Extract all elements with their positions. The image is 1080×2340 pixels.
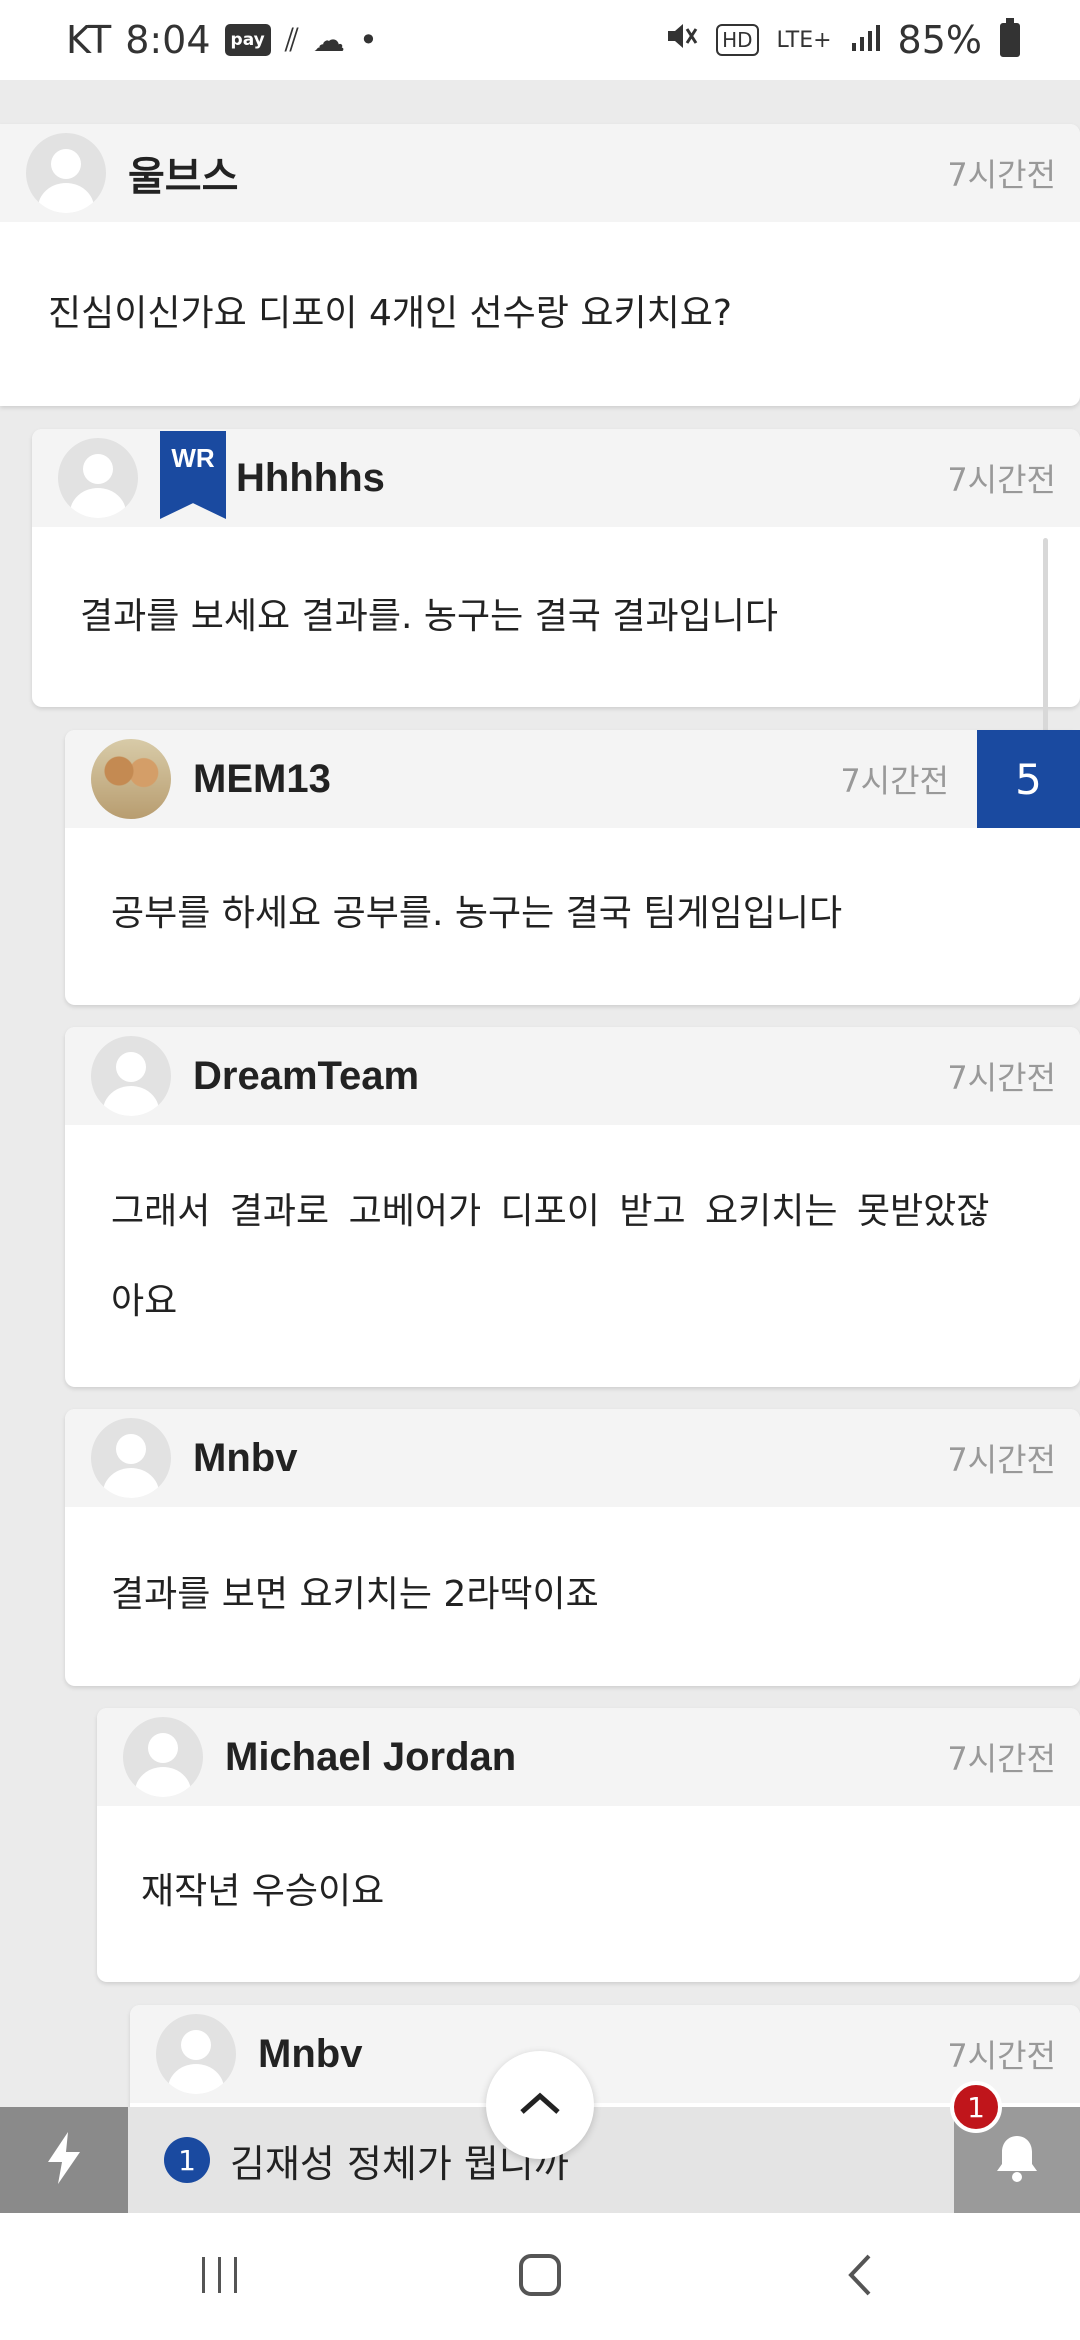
avatar[interactable]	[156, 2014, 236, 2094]
avatar[interactable]	[26, 133, 106, 213]
comment-card[interactable]: WR Hhhhhs 7시간전 결과를 보세요 결과를. 농구는 결국 결과입니다	[32, 429, 1080, 707]
avatar[interactable]	[123, 1717, 203, 1797]
comment-header: MEM13 7시간전	[65, 730, 1080, 828]
status-bar: KT 8:04 pay ⫽ ☁ • HD LTE+ 85%	[0, 0, 1080, 80]
comment-author[interactable]: Hhhhhs	[236, 456, 385, 501]
comment-text: 진심이신가요 디포이 4개인 선수랑 요키치요?	[48, 293, 732, 334]
comment-text: 결과를 보면 요키치는 2라딱이죠	[111, 1574, 599, 1615]
chevron-up-icon	[518, 2088, 562, 2122]
comment-card[interactable]: DreamTeam 7시간전 그래서 결과로 고베어가 디포이 받고 요키치는 …	[65, 1027, 1080, 1387]
comment-time: 7시간전	[947, 156, 1056, 194]
hd-icon: HD	[716, 24, 759, 56]
flash-button[interactable]	[0, 2107, 128, 2213]
mute-icon	[664, 19, 698, 61]
back-button[interactable]	[790, 2227, 930, 2327]
system-nav-bar	[0, 2213, 1080, 2340]
comment-card[interactable]: Michael Jordan 7시간전 재작년 우승이요	[97, 1708, 1080, 1982]
home-icon	[518, 2253, 562, 2301]
comment-time: 7시간전	[840, 762, 949, 800]
cloud-icon: ☁	[313, 21, 346, 59]
notification-count-badge: 1	[950, 2081, 1002, 2133]
comment-card[interactable]: MEM13 7시간전 공부를 하세요 공부를. 농구는 결국 팀게임입니다	[65, 730, 1080, 1005]
avatar[interactable]	[91, 1418, 171, 1498]
comment-time: 7시간전	[947, 2037, 1056, 2075]
back-icon	[845, 2252, 875, 2302]
comment-text: 재작년 우승이요	[141, 1871, 385, 1912]
comment-author[interactable]: DreamTeam	[193, 1054, 419, 1099]
comment-author[interactable]: Michael Jordan	[225, 1735, 516, 1780]
comment-author[interactable]: Mnbv	[193, 1436, 297, 1481]
lte-icon: LTE+	[776, 27, 832, 53]
comment-header: Michael Jordan 7시간전	[97, 1708, 1080, 1806]
carrier-label: KT	[66, 18, 112, 62]
bell-icon	[993, 2132, 1041, 2188]
comment-time: 7시간전	[947, 461, 1056, 499]
comment-header: 울브스 7시간전	[0, 124, 1080, 222]
writer-badge: WR	[160, 431, 226, 519]
comment-time: 7시간전	[947, 1441, 1056, 1479]
recents-button[interactable]	[150, 2227, 290, 2327]
stripes-icon: ⫽	[284, 20, 300, 59]
avatar[interactable]	[58, 438, 138, 518]
comment-header: DreamTeam 7시간전	[65, 1027, 1080, 1125]
recents-icon	[198, 2255, 242, 2299]
comment-text: 공부를 하세요 공부를. 농구는 결국 팀게임입니다	[111, 893, 843, 934]
battery-icon	[1000, 18, 1020, 57]
home-button[interactable]	[470, 2227, 610, 2327]
comment-header: WR Hhhhhs 7시간전	[32, 429, 1080, 527]
pay-icon: pay	[224, 24, 271, 56]
comment-author[interactable]: 울브스	[128, 144, 238, 202]
comment-count-badge[interactable]: 5	[977, 730, 1080, 828]
comment-card[interactable]: 울브스 7시간전 진심이신가요 디포이 4개인 선수랑 요키치요?	[0, 124, 1080, 406]
comment-time: 7시간전	[947, 1740, 1056, 1778]
comment-text-line: 아요	[111, 1281, 178, 1322]
battery-level: 85%	[897, 18, 982, 62]
comment-text: 그래서 결과로 고베어가 디포이 받고 요키치는 못받았잖 아요	[65, 1125, 1080, 1347]
comment-header: Mnbv 7시간전	[130, 2005, 1080, 2103]
comment-card[interactable]: Mnbv 7시간전 결과를 보면 요키치는 2라딱이죠	[65, 1409, 1080, 1686]
comment-author[interactable]: MEM13	[193, 757, 331, 802]
signal-icon	[850, 18, 880, 62]
comment-header: Mnbv 7시간전	[65, 1409, 1080, 1507]
comment-text-line: 그래서 결과로 고베어가 디포이 받고 요키치는 못받았잖	[111, 1191, 990, 1232]
ticker-rank: 1	[164, 2137, 210, 2183]
lightning-icon	[42, 2130, 86, 2190]
comment-author[interactable]: Mnbv	[258, 2032, 362, 2077]
scroll-top-button[interactable]	[486, 2051, 594, 2159]
comment-time: 7시간전	[947, 1059, 1056, 1097]
clock: 8:04	[125, 18, 211, 62]
avatar[interactable]	[91, 739, 171, 819]
avatar[interactable]	[91, 1036, 171, 1116]
dot-icon: •	[359, 21, 378, 59]
comment-text: 결과를 보세요 결과를. 농구는 결국 결과입니다	[80, 596, 778, 637]
